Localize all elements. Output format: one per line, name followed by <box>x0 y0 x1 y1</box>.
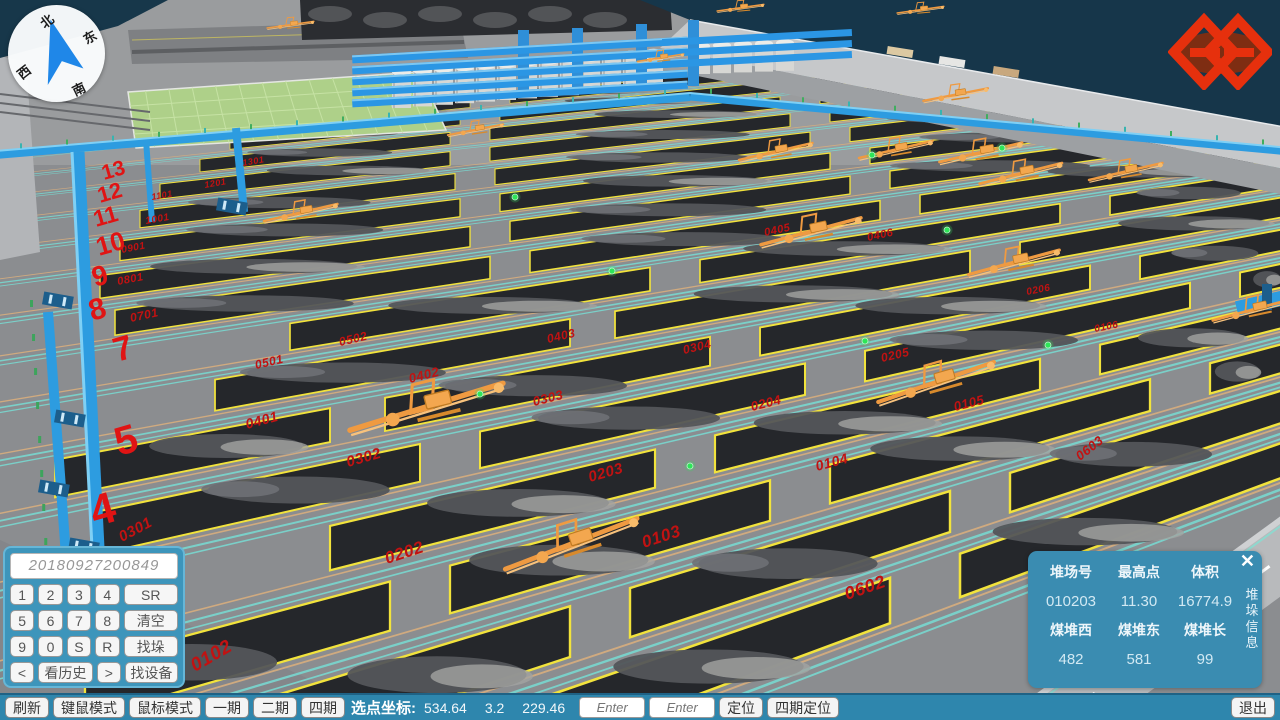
info-header-cell: 体积 <box>1170 562 1240 583</box>
keypad-button[interactable]: 5 <box>10 610 34 631</box>
keypad-button[interactable]: < <box>10 662 34 683</box>
keypad-button[interactable]: 找垛 <box>124 636 179 657</box>
toolbar-button[interactable]: 四期 <box>301 697 345 718</box>
info-header-cell: 煤堆长 <box>1170 620 1240 641</box>
info-value-cell: 482 <box>1034 649 1108 670</box>
compass[interactable]: 北 东 西 南 <box>8 5 105 102</box>
company-logo <box>1168 8 1272 90</box>
info-header-cell: 最高点 <box>1108 562 1170 583</box>
keypad-button[interactable]: 4 <box>95 584 119 605</box>
coordinate-input-2[interactable] <box>649 697 715 718</box>
keypad-button[interactable]: 7 <box>67 610 91 631</box>
mode-buttons: 刷新键鼠模式鼠标模式一期二期四期 <box>5 697 345 718</box>
toolbar-button[interactable]: 一期 <box>205 697 249 718</box>
keypad-button[interactable]: 3 <box>67 584 91 605</box>
info-value-cell: 11.30 <box>1108 591 1170 612</box>
keypad-button[interactable]: 看历史 <box>38 662 93 683</box>
coordinate-x: 534.64 <box>424 700 467 716</box>
keypad-button[interactable]: 6 <box>38 610 62 631</box>
info-value-cell: 010203 <box>1034 591 1108 612</box>
info-value-cell: 16774.9 <box>1170 591 1240 612</box>
toolbar-button[interactable]: 定位 <box>719 697 763 718</box>
pile-info-grid: 堆场号最高点体积 01020311.3016774.9 煤堆西煤堆东煤堆长 48258… <box>1034 562 1240 670</box>
keypad-button[interactable]: 9 <box>10 636 34 657</box>
close-icon[interactable]: ✕ <box>1240 551 1255 572</box>
exit-button[interactable]: 退出 <box>1231 697 1275 718</box>
info-header-cell: 煤堆西 <box>1034 620 1108 641</box>
info-header-cell: 堆场号 <box>1034 562 1108 583</box>
keypad-button[interactable]: 找设备 <box>125 662 178 683</box>
pile-info-panel: ✕ 堆场号最高点体积 01020311.3016774.9 煤堆西煤堆东煤堆长 482… <box>1028 551 1262 688</box>
info-value-cell: 581 <box>1108 649 1170 670</box>
info-value-cell: 99 <box>1170 649 1240 670</box>
coordinate-label: 选点坐标: <box>351 697 416 718</box>
keypad-button[interactable]: 清空 <box>124 610 179 631</box>
keypad-button[interactable]: 8 <box>95 610 119 631</box>
keypad-button[interactable]: SR <box>124 584 179 605</box>
keypad-button[interactable]: R <box>95 636 119 657</box>
coordinate-z: 229.46 <box>522 700 565 716</box>
coal-yard-3d-app: 1301120111011001090108010701050105020402… <box>0 0 1280 720</box>
keypad-buttons: 1234SR5678清空90SR找垛<看历史>找设备 <box>10 584 178 683</box>
toolbar-button[interactable]: 刷新 <box>5 697 49 718</box>
logo-icon <box>1168 8 1272 90</box>
info-header-cell: 煤堆东 <box>1108 620 1170 641</box>
keypad-panel: 20180927200849 1234SR5678清空90SR找垛<看历史>找设… <box>3 546 185 688</box>
keypad-display[interactable]: 20180927200849 <box>10 553 178 579</box>
coordinate-y: 3.2 <box>485 700 504 716</box>
toolbar-button[interactable]: 二期 <box>253 697 297 718</box>
locate-buttons: 定位四期定位 <box>719 697 839 718</box>
keypad-button[interactable]: > <box>97 662 121 683</box>
coordinate-input-1[interactable] <box>579 697 645 718</box>
keypad-button[interactable]: 1 <box>10 584 34 605</box>
pile-info-tab: 堆垛信息 <box>1244 587 1260 651</box>
keypad-button[interactable]: S <box>67 636 91 657</box>
toolbar-button[interactable]: 键鼠模式 <box>53 697 125 718</box>
toolbar-button[interactable]: 鼠标模式 <box>129 697 201 718</box>
bottom-toolbar: 刷新键鼠模式鼠标模式一期二期四期 选点坐标: 534.64 3.2 229.46… <box>0 693 1280 720</box>
keypad-button[interactable]: 2 <box>38 584 62 605</box>
keypad-button[interactable]: 0 <box>38 636 62 657</box>
toolbar-button[interactable]: 四期定位 <box>767 697 839 718</box>
